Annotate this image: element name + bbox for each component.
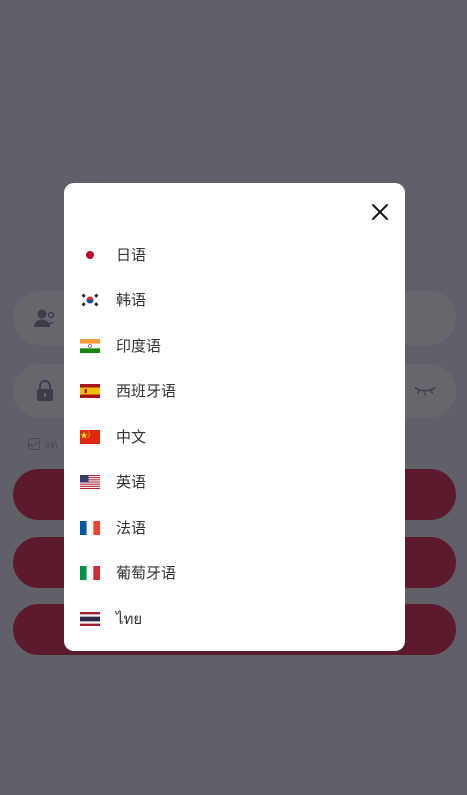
language-label: ไทย (116, 609, 143, 628)
language-item-korean[interactable]: 韩语 (64, 278, 405, 324)
language-label: 英语 (116, 473, 147, 492)
language-label: 印度语 (116, 336, 162, 355)
language-label: 中文 (116, 427, 147, 446)
france-flag-icon (80, 520, 100, 535)
language-item-chinese[interactable]: 中文 (64, 414, 405, 460)
usa-flag-icon (80, 475, 100, 490)
language-label: 韩语 (116, 291, 147, 310)
india-flag-icon (80, 338, 100, 353)
language-item-hindi[interactable]: 印度语 (64, 323, 405, 369)
language-label: 西班牙语 (116, 382, 177, 401)
close-icon[interactable] (369, 201, 391, 223)
south-korea-flag-icon (80, 293, 100, 308)
login-screen: จด 日语 (0, 0, 467, 795)
spain-flag-icon (80, 384, 100, 399)
china-flag-icon (80, 429, 100, 444)
language-label: 葡萄牙语 (116, 564, 177, 583)
japan-flag-icon (80, 247, 100, 262)
language-item-english[interactable]: 英语 (64, 460, 405, 506)
language-item-spanish[interactable]: 西班牙语 (64, 369, 405, 415)
language-label: 日语 (116, 245, 147, 264)
language-item-portuguese[interactable]: 葡萄牙语 (64, 551, 405, 597)
language-modal: 日语 韩语 印度语 西班牙语 中文 英语 法语 葡萄牙语 ไทย (64, 183, 405, 651)
language-item-french[interactable]: 法语 (64, 505, 405, 551)
language-list: 日语 韩语 印度语 西班牙语 中文 英语 法语 葡萄牙语 ไทย (64, 232, 405, 642)
thailand-flag-icon (80, 611, 100, 626)
language-item-japanese[interactable]: 日语 (64, 232, 405, 278)
language-label: 法语 (116, 518, 147, 537)
italy-flag-icon (80, 566, 100, 581)
language-item-thai[interactable]: ไทย (64, 596, 405, 642)
